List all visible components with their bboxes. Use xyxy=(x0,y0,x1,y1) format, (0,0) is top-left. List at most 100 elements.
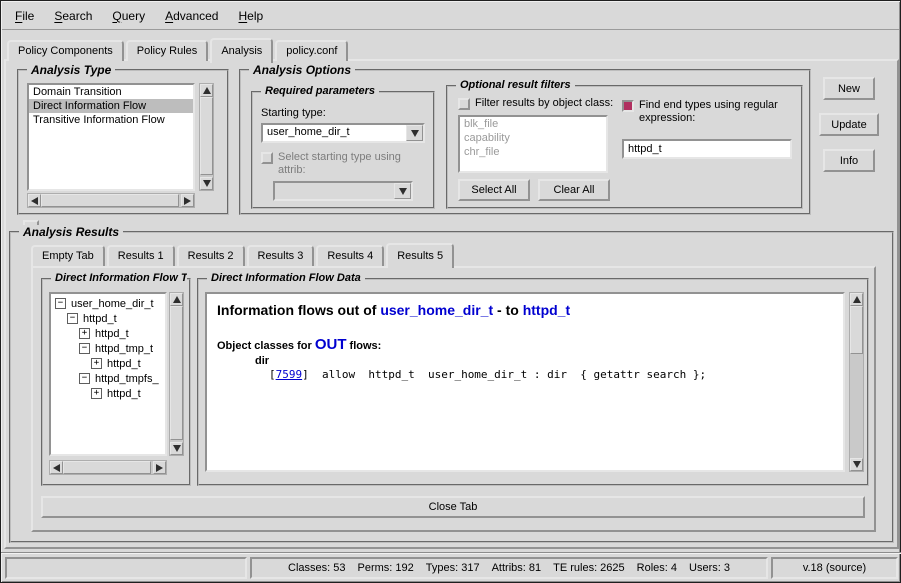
tab-policy-components[interactable]: Policy Components xyxy=(7,40,124,61)
object-class-listbox[interactable]: blk_file capability chr_file xyxy=(458,115,608,173)
list-item[interactable]: blk_file xyxy=(460,117,606,131)
tree-item[interactable]: +httpd_t xyxy=(51,386,165,401)
list-item[interactable]: chr_file xyxy=(460,145,606,159)
clear-all-button[interactable]: Clear All xyxy=(538,179,610,201)
horizontal-scrollbar[interactable] xyxy=(27,193,195,208)
tree-item-label[interactable]: httpd_tmpfs_ xyxy=(93,373,161,385)
tree-item-label[interactable]: httpd_tmp_t xyxy=(93,343,155,355)
tree-item-label[interactable]: user_home_dir_t xyxy=(69,298,156,310)
rule-number-link[interactable]: 7599 xyxy=(276,368,303,381)
dropdown-arrow-icon[interactable] xyxy=(394,183,411,199)
tree-item-label[interactable]: httpd_t xyxy=(105,388,143,400)
filter-by-class-checkbox-row[interactable]: Filter results by object class: xyxy=(458,97,638,110)
tree-item[interactable]: −user_home_dir_t xyxy=(51,296,165,311)
vertical-scrollbar[interactable] xyxy=(169,292,184,456)
vertical-scrollbar[interactable] xyxy=(199,83,214,191)
close-tab-label: Close Tab xyxy=(429,501,478,513)
list-item-selected[interactable]: Direct Information Flow xyxy=(29,99,193,113)
scroll-left-icon[interactable] xyxy=(28,194,41,207)
menu-file[interactable]: File xyxy=(5,5,44,27)
tree-expander-icon[interactable]: − xyxy=(67,313,78,324)
status-divider xyxy=(1,552,901,554)
menu-help[interactable]: Help xyxy=(228,5,273,27)
scroll-down-icon[interactable] xyxy=(200,177,213,190)
new-button[interactable]: New xyxy=(823,77,875,100)
list-item[interactable]: Transitive Information Flow xyxy=(29,113,193,127)
checkbox-unchecked-icon[interactable] xyxy=(458,98,470,110)
info-button[interactable]: Info xyxy=(823,149,875,172)
regex-checkbox-row[interactable]: Find end types using regular expression: xyxy=(622,99,794,125)
scrollbar-thumb[interactable] xyxy=(850,306,863,354)
source-type-text: user_home_dir_t xyxy=(380,302,493,318)
menu-file-label: File xyxy=(15,9,34,23)
scroll-left-icon[interactable] xyxy=(50,461,63,474)
tab-results-1[interactable]: Results 1 xyxy=(107,245,175,266)
vertical-scrollbar[interactable] xyxy=(849,292,864,472)
stat-attribs: Attribs: 81 xyxy=(492,562,542,574)
tree-item[interactable]: −httpd_tmp_t xyxy=(51,341,165,356)
starting-type-combobox[interactable]: user_home_dir_t xyxy=(261,123,425,143)
menu-query[interactable]: Query xyxy=(102,5,155,27)
tree-item[interactable]: +httpd_t xyxy=(51,326,165,341)
tree-expander-icon[interactable]: − xyxy=(79,343,90,354)
tab-results-5[interactable]: Results 5 xyxy=(386,243,454,268)
scrollbar-thumb[interactable] xyxy=(63,461,151,474)
tab-empty[interactable]: Empty Tab xyxy=(31,245,105,266)
required-parameters-frame: Required parameters Starting type: user_… xyxy=(251,91,435,209)
list-item[interactable]: capability xyxy=(460,131,606,145)
optional-filters-title: Optional result filters xyxy=(456,79,575,91)
analysis-options-title: Analysis Options xyxy=(249,63,355,77)
scroll-up-icon[interactable] xyxy=(170,293,183,306)
flow-heading: Information flows out of user_home_dir_t… xyxy=(217,302,833,318)
flow-direction-text: OUT xyxy=(315,336,347,353)
scroll-right-icon[interactable] xyxy=(153,461,166,474)
tab-results-3[interactable]: Results 3 xyxy=(247,245,315,266)
tab-policy-conf[interactable]: policy.conf xyxy=(275,40,348,61)
menu-search[interactable]: Search xyxy=(44,5,102,27)
tree-item[interactable]: +httpd_t xyxy=(51,356,165,371)
tree-item-label[interactable]: httpd_t xyxy=(93,328,131,340)
scroll-down-icon[interactable] xyxy=(170,442,183,455)
tab-policy-rules[interactable]: Policy Rules xyxy=(126,40,209,61)
scrollbar-thumb[interactable] xyxy=(200,97,213,175)
tree-expander-icon[interactable]: + xyxy=(79,328,90,339)
tree-item-label[interactable]: httpd_t xyxy=(81,313,119,325)
scroll-down-icon[interactable] xyxy=(850,458,863,471)
tree-item-label[interactable]: httpd_t xyxy=(105,358,143,370)
flow-tree-title: Direct Information Flow T xyxy=(51,272,187,284)
tree-expander-icon[interactable]: − xyxy=(79,373,90,384)
flow-data-frame: Direct Information Flow Data Information… xyxy=(197,278,869,486)
info-button-label: Info xyxy=(840,155,858,167)
object-classes-line: Object classes for OUT flows: xyxy=(217,336,833,353)
tree-expander-icon[interactable]: + xyxy=(91,388,102,399)
tab-results-2[interactable]: Results 2 xyxy=(177,245,245,266)
dropdown-arrow-icon[interactable] xyxy=(406,125,423,141)
analysis-type-listbox[interactable]: Domain Transition Direct Information Flo… xyxy=(27,83,195,191)
list-item[interactable]: Domain Transition xyxy=(29,85,193,99)
tree-expander-icon[interactable]: − xyxy=(55,298,66,309)
horizontal-scrollbar[interactable] xyxy=(49,460,167,475)
menu-advanced[interactable]: Advanced xyxy=(155,5,228,27)
scroll-up-icon[interactable] xyxy=(200,84,213,97)
scrollbar-thumb[interactable] xyxy=(41,194,179,207)
scroll-up-icon[interactable] xyxy=(850,293,863,306)
regex-entry[interactable]: httpd_t xyxy=(622,139,792,159)
close-tab-button[interactable]: Close Tab xyxy=(41,496,865,518)
tree-item[interactable]: −httpd_tmpfs_ xyxy=(51,371,165,386)
tab-analysis[interactable]: Analysis xyxy=(210,38,273,63)
attrib-checkbox-row[interactable]: Select starting type using attrib: xyxy=(261,151,429,177)
checkbox-checked-icon[interactable] xyxy=(622,100,634,112)
tab-results-4[interactable]: Results 4 xyxy=(316,245,384,266)
analysis-type-frame: Analysis Type Domain Transition Direct I… xyxy=(17,69,229,215)
scrollbar-thumb[interactable] xyxy=(170,306,183,440)
attrib-combobox-disabled[interactable] xyxy=(273,181,413,201)
update-button-label: Update xyxy=(831,119,866,131)
scroll-right-icon[interactable] xyxy=(181,194,194,207)
checkbox-unchecked-icon[interactable] xyxy=(261,152,273,164)
flow-tree[interactable]: −user_home_dir_t −httpd_t +httpd_t −http… xyxy=(49,292,167,456)
select-all-button[interactable]: Select All xyxy=(458,179,530,201)
tree-item[interactable]: −httpd_t xyxy=(51,311,165,326)
tree-expander-icon[interactable]: + xyxy=(91,358,102,369)
update-button[interactable]: Update xyxy=(819,113,879,136)
starting-type-value[interactable]: user_home_dir_t xyxy=(263,125,406,141)
